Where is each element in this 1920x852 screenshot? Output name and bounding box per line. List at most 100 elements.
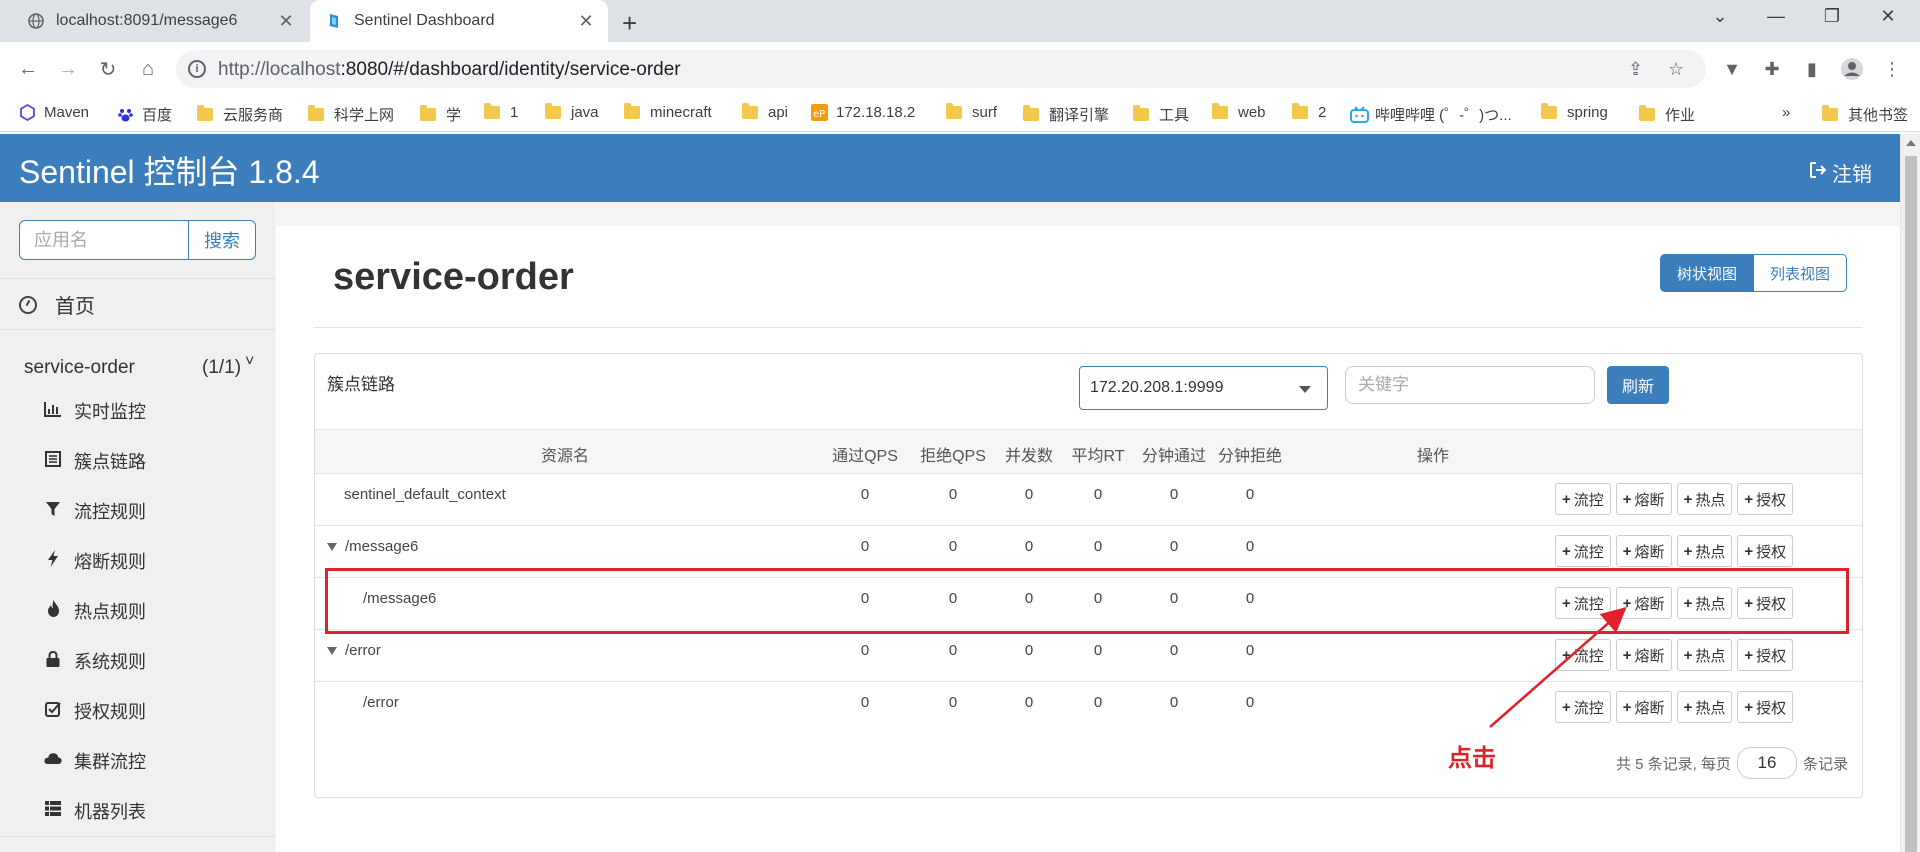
auth-rule-button[interactable]: + 授权 [1737, 639, 1794, 671]
sidebar-item-home[interactable]: 首页 [19, 290, 95, 319]
collapse-toggle-icon[interactable] [327, 646, 337, 655]
view-toggle: 树状视图 列表视图 [1660, 254, 1848, 292]
app-group-service-order[interactable]: service-order (1/1) ˅ [0, 343, 275, 393]
degrade-rule-button[interactable]: + 熔断 [1615, 691, 1672, 723]
bookmark-folder[interactable]: 科学上网 [308, 104, 394, 125]
bookmark-folder[interactable]: java [545, 103, 599, 121]
bookmark-folder[interactable]: 1 [484, 103, 518, 121]
tab-message6[interactable]: localhost:8091/message6 ✕ [18, 0, 308, 42]
degrade-rule-button[interactable]: + 熔断 [1615, 639, 1672, 671]
flow-rule-button[interactable]: + 流控 [1555, 691, 1611, 723]
hotspot-rule-button[interactable]: + 热点 [1676, 535, 1733, 567]
table-row: sentinel_default_context 0 0 0 0 0 0 + 流控 + 熔断 + 热点 +… [315, 474, 1862, 526]
close-tab-icon[interactable]: ✕ [576, 11, 596, 31]
side-panel-icon[interactable]: ▮ [1801, 58, 1823, 80]
plus-icon: + [1562, 542, 1571, 560]
scrollbar-thumb[interactable] [1905, 156, 1917, 852]
home-icon[interactable]: ⌂ [136, 57, 160, 81]
sidebar-item-realtime-monitor[interactable]: 实时监控 [44, 398, 146, 424]
bookmark-maven[interactable]: Maven [19, 103, 89, 122]
app-search-button[interactable]: 搜索 [188, 220, 256, 260]
hotspot-rule-button[interactable]: + 热点 [1676, 691, 1733, 723]
sidebar-item-flow-rules[interactable]: 流控规则 [44, 498, 146, 524]
bookmark-folder[interactable]: 翻译引擎 [1023, 104, 1109, 125]
app-search-input[interactable] [19, 220, 189, 260]
plus-icon: + [1744, 646, 1754, 664]
bookmark-folder[interactable]: spring [1541, 103, 1608, 121]
brand-title[interactable]: Sentinel 控制台 1.8.4 [19, 147, 320, 193]
sidebar-item-cluster-link[interactable]: 簇点链路 [44, 448, 146, 474]
sidebar-item-auth-rules[interactable]: 授权规则 [44, 698, 146, 724]
tree-view-button[interactable]: 树状视图 [1660, 254, 1755, 292]
app-machine-count: (1/1) [202, 357, 242, 378]
sidebar-item-cluster-flow[interactable]: 集群流控 [44, 748, 146, 774]
restore-button[interactable]: ❐ [1812, 6, 1852, 27]
page-size-input[interactable] [1737, 747, 1798, 779]
metric-cell: 0 [1093, 694, 1103, 711]
folder-icon [742, 103, 758, 119]
auth-rule-button[interactable]: + 授权 [1737, 691, 1794, 723]
flow-rule-button[interactable]: + 流控 [1555, 535, 1611, 567]
folder-icon [1292, 103, 1308, 119]
bookmark-folder[interactable]: 作业 [1639, 104, 1695, 125]
list-view-button[interactable]: 列表视图 [1754, 254, 1848, 292]
refresh-button[interactable]: 刷新 [1607, 366, 1669, 404]
profile-avatar[interactable] [1841, 58, 1863, 80]
keyword-input[interactable] [1345, 366, 1595, 404]
close-tab-icon[interactable]: ✕ [276, 11, 296, 31]
omnibox[interactable]: i http://localhost:8080/#/dashboard/iden… [176, 50, 1706, 88]
minimize-button[interactable]: — [1756, 6, 1796, 27]
back-button[interactable]: ← [16, 57, 40, 81]
sidebar-item-degrade-rules[interactable]: 熔断规则 [44, 548, 146, 574]
tab-title: localhost:8091/message6 [56, 12, 238, 29]
bookmark-bilibili[interactable]: 哔哩哔哩 (゜-゜)つ... [1350, 104, 1512, 125]
reload-button[interactable]: ↻ [96, 57, 120, 81]
flow-rule-button[interactable]: + 流控 [1555, 483, 1611, 515]
degrade-rule-button[interactable]: + 熔断 [1615, 483, 1672, 515]
close-window-button[interactable]: ✕ [1868, 6, 1908, 27]
bookmark-folder[interactable]: minecraft [624, 103, 712, 121]
bookmark-baidu[interactable]: 百度 [117, 104, 172, 125]
bookmark-folder[interactable]: 云服务商 [197, 104, 283, 125]
menu-kebab-icon[interactable]: ⋮ [1881, 58, 1903, 80]
sidebar-item-hotspot-rules[interactable]: 热点规则 [44, 598, 146, 624]
bookmark-folder[interactable]: api [742, 103, 788, 121]
plus-icon: + [1622, 542, 1632, 560]
pagination: 共 5 条记录, 每页 条记录 [1616, 747, 1848, 779]
flow-rule-button[interactable]: + 流控 [1555, 639, 1611, 671]
puzzle-icon[interactable]: ✚ [1761, 58, 1783, 80]
tab-search-icon[interactable]: ⌄ [1700, 6, 1740, 27]
pager-total: 共 5 条记录, 每页 [1616, 755, 1732, 773]
globe-icon [28, 13, 44, 29]
bookmark-folder[interactable]: 学 [420, 104, 461, 125]
bookmark-folder[interactable]: surf [946, 103, 997, 121]
bookmark-folder[interactable]: web [1212, 103, 1266, 121]
extension-v-icon[interactable]: ▼ [1721, 58, 1743, 80]
tab-sentinel-dashboard[interactable]: Sentinel Dashboard ✕ [310, 0, 608, 42]
machine-select-value: 172.20.208.1:9999 [1090, 379, 1224, 396]
bookmark-ep[interactable]: eP 172.18.18.2 [811, 104, 915, 121]
url-text[interactable]: http://localhost:8080/#/dashboard/identi… [218, 59, 681, 81]
bookmark-folder[interactable]: 工具 [1133, 104, 1189, 125]
bookmark-folder[interactable]: 2 [1292, 103, 1326, 121]
forward-button[interactable]: → [56, 57, 80, 81]
hotspot-rule-button[interactable]: + 热点 [1676, 483, 1733, 515]
row-actions: + 流控 + 熔断 + 热点 + 授权 [1555, 483, 1794, 515]
other-bookmarks[interactable]: 其他书签 [1822, 104, 1908, 125]
machine-select[interactable]: 172.20.208.1:9999 [1079, 366, 1328, 410]
sidebar-item-machine-list[interactable]: 机器列表 [44, 798, 146, 824]
page-scrollbar[interactable] [1900, 134, 1920, 852]
star-icon[interactable]: ☆ [1668, 59, 1684, 80]
site-info-icon[interactable]: i [188, 60, 206, 78]
hotspot-rule-button[interactable]: + 热点 [1676, 639, 1733, 671]
new-tab-button[interactable]: + [622, 8, 637, 39]
collapse-toggle-icon[interactable] [327, 542, 337, 551]
auth-rule-button[interactable]: + 授权 [1737, 535, 1794, 567]
more-bookmarks-button[interactable]: » [1782, 104, 1790, 121]
share-icon[interactable]: ⇪ [1628, 59, 1643, 80]
sidebar-item-system-rules[interactable]: 系统规则 [44, 648, 146, 674]
scroll-up-arrow-icon[interactable] [1906, 140, 1916, 146]
auth-rule-button[interactable]: + 授权 [1737, 483, 1794, 515]
degrade-rule-button[interactable]: + 熔断 [1615, 535, 1672, 567]
logout-link[interactable]: 注销 [1808, 158, 1872, 187]
